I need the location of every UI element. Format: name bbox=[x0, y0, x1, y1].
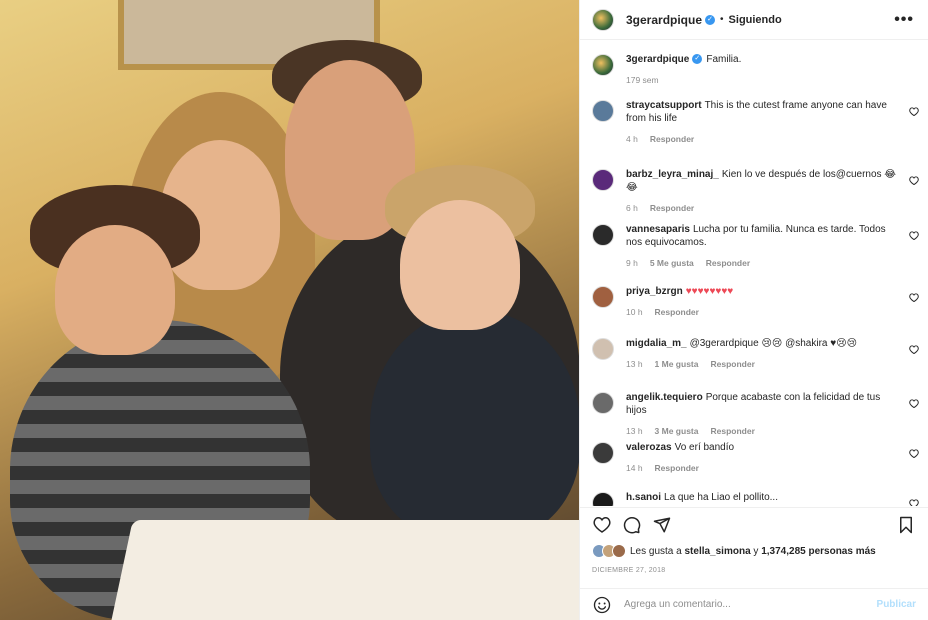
avatar[interactable] bbox=[592, 492, 614, 506]
reply-button[interactable]: Responder bbox=[710, 426, 754, 436]
likes-middle: y bbox=[750, 545, 762, 557]
comment-time: 10 h bbox=[626, 307, 643, 317]
avatar[interactable] bbox=[592, 169, 614, 191]
caption: 3gerardpique ✓ Familia. 179 sem bbox=[580, 53, 928, 85]
comment-time: 4 h bbox=[626, 134, 638, 144]
heart-icon[interactable] bbox=[909, 449, 919, 461]
comment-username[interactable]: migdalia_m_ bbox=[626, 338, 687, 349]
avatar[interactable] bbox=[592, 286, 614, 308]
verified-icon: ✓ bbox=[692, 54, 703, 65]
reply-button[interactable]: Responder bbox=[655, 463, 699, 473]
header-username[interactable]: 3gerardpique bbox=[626, 13, 702, 27]
heart-icon[interactable] bbox=[909, 293, 919, 305]
comment-username[interactable]: valerozas bbox=[626, 442, 672, 453]
more-icon[interactable]: ••• bbox=[894, 11, 914, 29]
comment-username[interactable]: straycatsupport bbox=[626, 100, 702, 111]
comment-row: straycatsupport This is the cutest frame … bbox=[580, 99, 928, 144]
comment-text: La que ha Liao el pollito... bbox=[664, 492, 778, 503]
reply-button[interactable]: Responder bbox=[706, 258, 750, 268]
heart-icon[interactable] bbox=[592, 515, 612, 535]
post-sidebar: 3gerardpique ✓ • Siguiendo ••• 3gerardpi… bbox=[579, 0, 928, 620]
photo-figure bbox=[400, 200, 520, 330]
comment-time: 9 h bbox=[626, 258, 638, 268]
reply-button[interactable]: Responder bbox=[655, 307, 699, 317]
avatar[interactable] bbox=[592, 100, 614, 122]
likes-summary: Les gusta a stella_simona y 1,374,285 pe… bbox=[592, 544, 916, 558]
avatar[interactable] bbox=[592, 392, 614, 414]
heart-icon[interactable] bbox=[909, 345, 919, 357]
reply-button[interactable]: Responder bbox=[650, 134, 694, 144]
comment-username[interactable]: angelik.tequiero bbox=[626, 392, 703, 403]
comment-likes[interactable]: 5 Me gusta bbox=[650, 258, 694, 268]
following-button[interactable]: Siguiendo bbox=[729, 14, 782, 26]
bookmark-icon[interactable] bbox=[896, 515, 916, 535]
avatar[interactable] bbox=[592, 338, 614, 360]
comments-list[interactable]: 3gerardpique ✓ Familia. 179 sem straycatsu… bbox=[580, 41, 928, 506]
comment-username[interactable]: h.sanoi bbox=[626, 492, 661, 503]
share-icon[interactable] bbox=[652, 515, 672, 535]
comment-row: migdalia_m_ @3gerardpique 😢😢 @shakira ♥😢😢… bbox=[580, 337, 928, 369]
comment-username[interactable]: barbz_leyra_minaj_ bbox=[626, 169, 719, 180]
caption-username[interactable]: 3gerardpique bbox=[626, 54, 689, 65]
comment-likes[interactable]: 1 Me gusta bbox=[655, 359, 699, 369]
comment-row: vannesaparis Lucha por tu familia. Nunca … bbox=[580, 223, 928, 268]
verified-icon: ✓ bbox=[705, 14, 716, 25]
comment-row: valerozas Vo erí bandío 14 h Responder bbox=[580, 441, 928, 473]
comment-icon[interactable] bbox=[622, 515, 642, 535]
heart-icon[interactable] bbox=[909, 107, 919, 119]
add-comment-bar: Publicar bbox=[580, 588, 928, 620]
heart-icon[interactable] bbox=[909, 231, 919, 243]
reply-button[interactable]: Responder bbox=[650, 203, 694, 213]
action-bar bbox=[580, 507, 928, 541]
comment-time: 13 h bbox=[626, 426, 643, 436]
comment-row: h.sanoi La que ha Liao el pollito... bbox=[580, 491, 928, 506]
likes-text[interactable]: Les gusta a stella_simona y 1,374,285 pe… bbox=[630, 546, 876, 557]
reply-button[interactable]: Responder bbox=[710, 359, 754, 369]
comment-row: priya_bzrgn ♥♥♥♥♥♥♥♥ 10 h Responder bbox=[580, 285, 928, 317]
post-date: DICIEMBRE 27, 2018 bbox=[592, 567, 666, 574]
heart-icon[interactable] bbox=[909, 399, 919, 411]
liker-avatar bbox=[612, 544, 626, 558]
photo-figure bbox=[370, 310, 579, 540]
publish-button[interactable]: Publicar bbox=[877, 599, 916, 610]
comment-row: angelik.tequiero Porque acabaste con la f… bbox=[580, 391, 928, 436]
comment-time: 13 h bbox=[626, 359, 643, 369]
avatar[interactable] bbox=[592, 8, 614, 31]
avatar[interactable] bbox=[592, 224, 614, 246]
photo-table bbox=[107, 520, 579, 620]
instagram-post-view: 3gerardpique ✓ • Siguiendo ••• 3gerardpi… bbox=[0, 0, 928, 620]
comment-time: 6 h bbox=[626, 203, 638, 213]
post-photo[interactable] bbox=[0, 0, 579, 620]
emoji-icon[interactable] bbox=[592, 595, 612, 615]
comment-username[interactable]: priya_bzrgn bbox=[626, 286, 683, 297]
caption-text: Familia. bbox=[706, 54, 742, 65]
comment-text: ♥♥♥♥♥♥♥♥ bbox=[685, 286, 734, 297]
comment-time: 14 h bbox=[626, 463, 643, 473]
likes-prefix: Les gusta a bbox=[630, 545, 685, 557]
avatar[interactable] bbox=[592, 442, 614, 464]
comment-text: Vo erí bandío bbox=[674, 442, 735, 453]
post-header: 3gerardpique ✓ • Siguiendo ••• bbox=[580, 0, 928, 40]
avatar[interactable] bbox=[592, 54, 614, 76]
comment-text: @3gerardpique 😢😢 @shakira ♥😢😢 bbox=[689, 338, 858, 349]
heart-icon[interactable] bbox=[909, 176, 919, 188]
comment-username[interactable]: vannesaparis bbox=[626, 224, 690, 235]
comment-row: barbz_leyra_minaj_ Kien lo ve después de … bbox=[580, 168, 928, 213]
separator-dot: • bbox=[720, 14, 724, 25]
comment-likes[interactable]: 3 Me gusta bbox=[655, 426, 699, 436]
likes-user[interactable]: stella_simona bbox=[684, 546, 750, 557]
photo-figure bbox=[55, 225, 175, 355]
caption-time: 179 sem bbox=[626, 75, 659, 85]
likes-count[interactable]: 1,374,285 personas más bbox=[761, 546, 876, 557]
comment-input[interactable] bbox=[624, 599, 877, 610]
heart-icon[interactable] bbox=[909, 499, 919, 506]
